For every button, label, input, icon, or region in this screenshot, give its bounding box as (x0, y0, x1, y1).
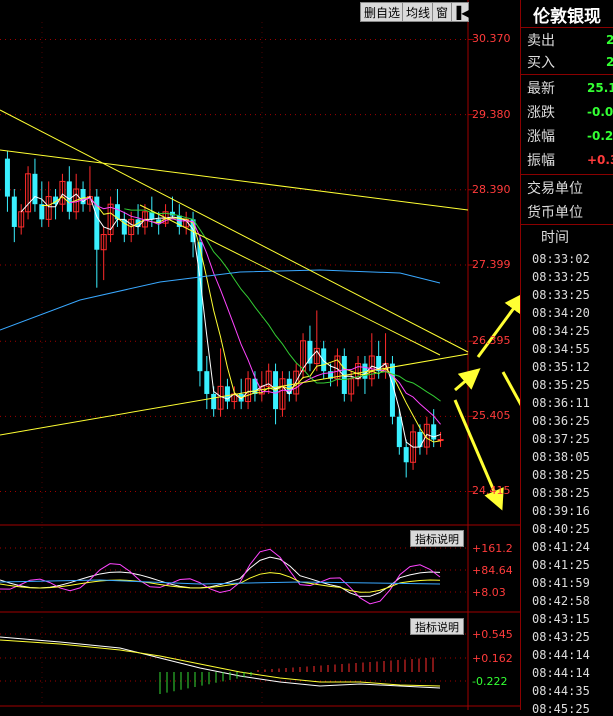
indicator-2-dea-line (0, 639, 441, 687)
currency-unit-label: 货币单位 (527, 205, 583, 221)
time-list-item: 08:41:59 (532, 576, 590, 590)
candle-body (437, 439, 444, 441)
time-list-item: 08:41:24 (532, 540, 590, 554)
indicator-2-level-mid: +0.162 (472, 652, 513, 665)
time-list-item: 08:34:25 (532, 324, 590, 338)
candle-body (321, 348, 327, 372)
time-list-item: 08:33:25 (532, 270, 590, 284)
candle-body (11, 196, 17, 227)
candle-body (32, 173, 38, 205)
chart-grid (0, 0, 520, 710)
time-list-item: 08:40:25 (532, 522, 590, 536)
change-label: 涨跌 (527, 105, 555, 121)
candle-body (307, 340, 313, 364)
indicator-2-lines (0, 636, 441, 694)
indicator-1-level-low: +8.03 (472, 586, 506, 599)
change-pct-value: -0.2 (587, 129, 613, 143)
time-list-item: 08:44:35 (532, 684, 590, 698)
annotation-arrow (454, 368, 481, 392)
instrument-title: 伦敦银现 (533, 7, 601, 27)
price-axis-label: 30.370 (472, 32, 511, 46)
remove-watchlist-button[interactable]: 删自选 (360, 2, 405, 22)
last-label: 最新 (527, 81, 555, 97)
time-list-item: 08:38:25 (532, 468, 590, 482)
time-list-item: 08:37:25 (532, 432, 590, 446)
indicator-2-help-button[interactable]: 指标说明 (410, 618, 464, 635)
bid-label: 买入 (527, 55, 555, 71)
indicator-1-level-high: +161.2 (472, 542, 513, 555)
time-list-item: 08:36:25 (532, 414, 590, 428)
time-list-item: 08:44:14 (532, 666, 590, 680)
indicator-2-level-high: +0.545 (472, 628, 513, 641)
divider (521, 174, 613, 175)
price-axis-label: 24.415 (472, 484, 511, 498)
time-list-item: 08:33:02 (532, 252, 590, 266)
candle-body (94, 196, 100, 250)
time-list-item: 08:36:11 (532, 396, 590, 410)
amplitude-label: 振幅 (527, 153, 555, 169)
price-axis-label: 26.395 (472, 334, 511, 348)
ma-short-line (20, 193, 441, 448)
divider (521, 224, 613, 225)
ask-label: 卖出 (527, 33, 555, 49)
candle-body (39, 204, 45, 220)
change-value: -0.0 (587, 105, 613, 119)
ma-longest-line (0, 269, 441, 331)
price-axis-label: 28.390 (472, 182, 511, 196)
indicator-1-lines (0, 548, 441, 605)
time-list-item: 08:43:25 (532, 630, 590, 644)
time-list-item: 08:39:16 (532, 504, 590, 518)
time-list-item: 08:41:25 (532, 558, 590, 572)
candlesticks (4, 151, 444, 478)
trendline-upper (0, 109, 469, 353)
candle-body (396, 416, 402, 448)
indicator-1-d-line (0, 548, 441, 605)
time-list-item: 08:34:55 (532, 342, 590, 356)
time-list-item: 08:38:25 (532, 486, 590, 500)
time-list-item: 08:35:25 (532, 378, 590, 392)
time-list-item: 08:44:14 (532, 648, 590, 662)
divider (521, 27, 613, 28)
collapse-icon[interactable]: ▐◀ (451, 2, 470, 22)
time-list-item: 08:33:25 (532, 288, 590, 302)
window-button[interactable]: 窗 (432, 2, 453, 22)
change-pct-label: 涨幅 (527, 129, 555, 145)
divider (521, 74, 613, 75)
last-value: 25.10 (587, 81, 613, 95)
amplitude-value: +0.3 (587, 153, 613, 167)
ask-value: 2 (606, 33, 613, 47)
candle-body (197, 242, 203, 372)
price-axis-label: 25.405 (472, 409, 511, 423)
time-list-item: 08:42:58 (532, 594, 590, 608)
time-list-item: 08:34:20 (532, 306, 590, 320)
indicator-2-level-low: -0.222 (472, 675, 508, 688)
candle-body (403, 447, 409, 463)
bid-value: 2 (606, 55, 613, 69)
price-axis-label: 27.399 (472, 257, 511, 271)
moving-average-button[interactable]: 均线 (402, 2, 435, 22)
indicator-1-level-mid: +84.64 (472, 564, 513, 577)
indicator-1-help-button[interactable]: 指标说明 (410, 530, 464, 547)
time-header: 时间 (541, 230, 569, 246)
time-list-item: 08:35:12 (532, 360, 590, 374)
time-list-item: 08:45:25 (532, 702, 590, 716)
time-list-item: 08:38:05 (532, 450, 590, 464)
time-list-item: 08:43:15 (532, 612, 590, 626)
indicator-1-k-line (0, 556, 441, 597)
candle-body (204, 371, 210, 394)
annotation-arrow (476, 292, 526, 358)
candle-body (4, 158, 10, 197)
candle-body (211, 393, 217, 410)
trendline-inner (139, 204, 441, 356)
trade-unit-label: 交易单位 (527, 181, 583, 197)
candle-body (66, 181, 72, 212)
quote-panel: 伦敦银现 卖出 2 买入 2 最新 25.10 涨跌 -0.0 涨幅 -0.2 … (520, 0, 613, 716)
price-axis-label: 29.380 (472, 107, 511, 121)
